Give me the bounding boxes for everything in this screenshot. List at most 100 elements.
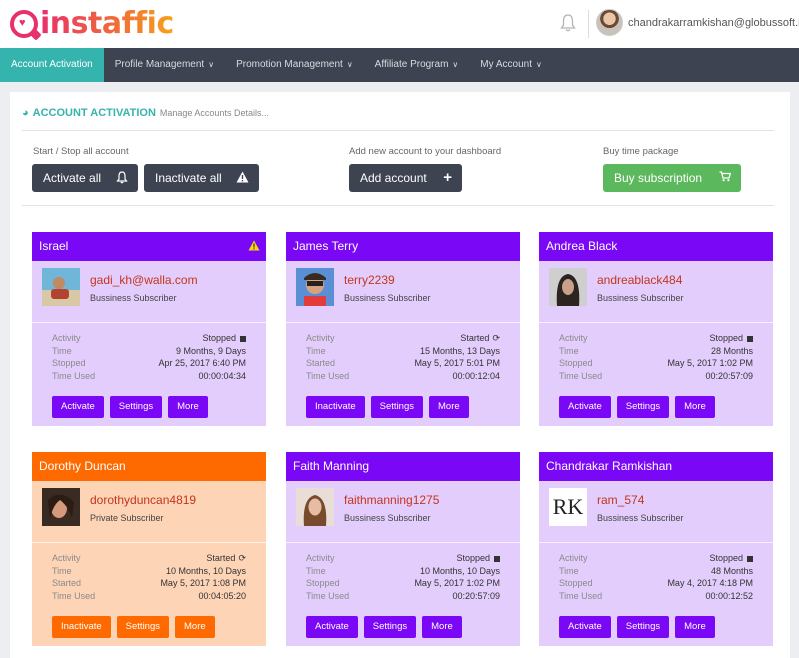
account-card: Andrea Black andreablack484 Bussiness Subs… xyxy=(539,232,773,426)
card-divider xyxy=(286,322,520,323)
account-username[interactable]: gadi_kh@walla.com xyxy=(90,273,198,287)
time-used-label: Time Used xyxy=(306,370,350,381)
account-username[interactable]: dorothyduncan4819 xyxy=(90,493,196,507)
nav-item-promotion-management[interactable]: Promotion Management ∨ xyxy=(225,48,364,82)
account-avatar xyxy=(296,268,334,306)
more-button[interactable]: More xyxy=(168,396,208,418)
activity-label: Activity xyxy=(559,333,588,343)
header-divider xyxy=(588,10,589,38)
activity-label: Activity xyxy=(306,333,335,343)
time-value: 28 Months xyxy=(710,345,753,356)
inactivate-button[interactable]: Inactivate xyxy=(306,396,365,418)
chevron-down-icon: ∨ xyxy=(452,60,459,69)
account-card-body: andreablack484 Bussiness Subscriber Activi… xyxy=(539,261,773,426)
activity-value: Started xyxy=(206,553,236,563)
more-button[interactable]: More xyxy=(675,616,715,638)
account-username[interactable]: andreablack484 xyxy=(597,273,682,287)
account-avatar xyxy=(549,268,587,306)
chevron-down-icon: ∨ xyxy=(535,60,542,69)
divider xyxy=(22,205,774,206)
date-value: May 5, 2017 5:01 PM xyxy=(414,358,500,368)
nav-item-account-activation[interactable]: Account Activation xyxy=(0,48,104,82)
activity-value: Started xyxy=(460,333,490,343)
time-used-label: Time Used xyxy=(52,590,96,601)
more-button[interactable]: More xyxy=(675,396,715,418)
nav-item-affiliate-program[interactable]: Affiliate Program ∨ xyxy=(364,48,470,82)
settings-button[interactable]: Settings xyxy=(363,616,417,638)
date-value: Apr 25, 2017 6:40 PM xyxy=(158,358,246,368)
account-card: Dorothy Duncan dorothyduncan4819 Private S… xyxy=(32,452,266,646)
time-used-label: Time Used xyxy=(306,590,350,601)
more-button[interactable]: More xyxy=(429,396,469,418)
account-stats: Activity Stopped Time 28 Months Stopped May 5… xyxy=(559,332,753,382)
time-used-value: 00:00:04:34 xyxy=(198,370,246,381)
account-card-header: Faith Manning xyxy=(286,452,520,481)
cart-icon xyxy=(719,171,731,182)
account-avatar xyxy=(42,488,80,526)
time-used-label: Time Used xyxy=(52,370,96,381)
nav-item-my-account[interactable]: My Account ∨ xyxy=(469,48,553,82)
nav-item-label: My Account xyxy=(480,59,532,70)
nav-item-label: Profile Management xyxy=(114,59,205,70)
card-divider xyxy=(539,322,773,323)
settings-button[interactable]: Settings xyxy=(616,616,670,638)
account-stats: Activity Stopped Time 9 Months, 9 Days Stopp… xyxy=(52,332,246,382)
thumb-text: RK xyxy=(552,494,584,519)
more-button[interactable]: More xyxy=(175,616,215,638)
account-username[interactable]: ram_574 xyxy=(597,493,644,507)
inactivate-all-button[interactable]: Inactivate all xyxy=(144,164,259,192)
user-avatar[interactable] xyxy=(596,9,623,36)
card-actions: Inactivate Settings More xyxy=(52,616,215,638)
buy-subscription-button[interactable]: Buy subscription xyxy=(603,164,741,192)
activate-button[interactable]: Activate xyxy=(559,616,611,638)
account-username[interactable]: terry2239 xyxy=(344,273,395,287)
activate-all-button[interactable]: Activate all xyxy=(32,164,138,192)
divider xyxy=(22,130,774,131)
sync-icon: ⟳ xyxy=(492,333,500,343)
date-label: Stopped xyxy=(559,358,593,368)
more-button[interactable]: More xyxy=(422,616,462,638)
account-username[interactable]: faithmanning1275 xyxy=(344,493,439,507)
inactivate-button[interactable]: Inactivate xyxy=(52,616,111,638)
date-value: May 5, 2017 1:02 PM xyxy=(414,578,500,588)
card-actions: Activate Settings More xyxy=(306,616,462,638)
subscriber-type: Bussiness Subscriber xyxy=(597,513,684,523)
notification-bell-icon[interactable] xyxy=(559,13,577,33)
time-value: 10 Months, 10 Days xyxy=(165,565,246,576)
settings-button[interactable]: Settings xyxy=(616,396,670,418)
settings-button[interactable]: Settings xyxy=(116,616,169,638)
stop-icon xyxy=(747,555,753,562)
activity-label: Activity xyxy=(52,553,81,563)
activate-button[interactable]: Activate xyxy=(52,396,104,418)
page-subtitle: Manage Accounts Details... xyxy=(159,108,269,118)
buy-time-label: Buy time package xyxy=(603,146,679,157)
activate-button[interactable]: Activate xyxy=(559,396,611,418)
account-card-body: faithmanning1275 Bussiness Subscriber Acti… xyxy=(286,481,520,646)
settings-button[interactable]: Settings xyxy=(109,396,163,418)
plus-icon: + xyxy=(443,169,452,186)
subscriber-type: Bussiness Subscriber xyxy=(90,293,177,303)
time-value: 15 Months, 13 Days xyxy=(419,345,500,356)
activate-button[interactable]: Activate xyxy=(306,616,358,638)
settings-button[interactable]: Settings xyxy=(370,396,423,418)
nav-item-label: Promotion Management xyxy=(236,59,343,70)
date-value: May 4, 2017 4:18 PM xyxy=(667,578,753,588)
nav-item-profile-management[interactable]: Profile Management ∨ xyxy=(104,48,225,82)
date-label: Stopped xyxy=(559,578,593,588)
time-label: Time xyxy=(52,565,72,576)
subscriber-type: Bussiness Subscriber xyxy=(344,513,431,523)
logo[interactable]: ♥ instaffic xyxy=(10,7,174,41)
inactivate-all-label: Inactivate all xyxy=(155,171,222,185)
account-activation-panel: ◕ ACCOUNT ACTIVATION Manage Accounts Det… xyxy=(10,92,790,658)
account-card-header: Chandrakar Ramkishan xyxy=(539,452,773,481)
activity-value: Stopped xyxy=(456,553,490,563)
activate-all-label: Activate all xyxy=(43,171,102,185)
subscriber-type: Bussiness Subscriber xyxy=(597,293,684,303)
account-card: Israel gadi_kh@walla.com Bussiness Subscri… xyxy=(32,232,266,426)
add-account-button[interactable]: Add account + xyxy=(349,164,462,192)
page-title: ◕ ACCOUNT ACTIVATION Manage Accounts Det… xyxy=(22,107,269,119)
user-email[interactable]: chandrakarramkishan@globussoft.in xyxy=(628,17,799,29)
time-used-label: Time Used xyxy=(559,370,603,381)
account-card-header: Israel xyxy=(32,232,266,261)
account-card: Chandrakar Ramkishan RK ram_574 Bussiness S… xyxy=(539,452,773,646)
